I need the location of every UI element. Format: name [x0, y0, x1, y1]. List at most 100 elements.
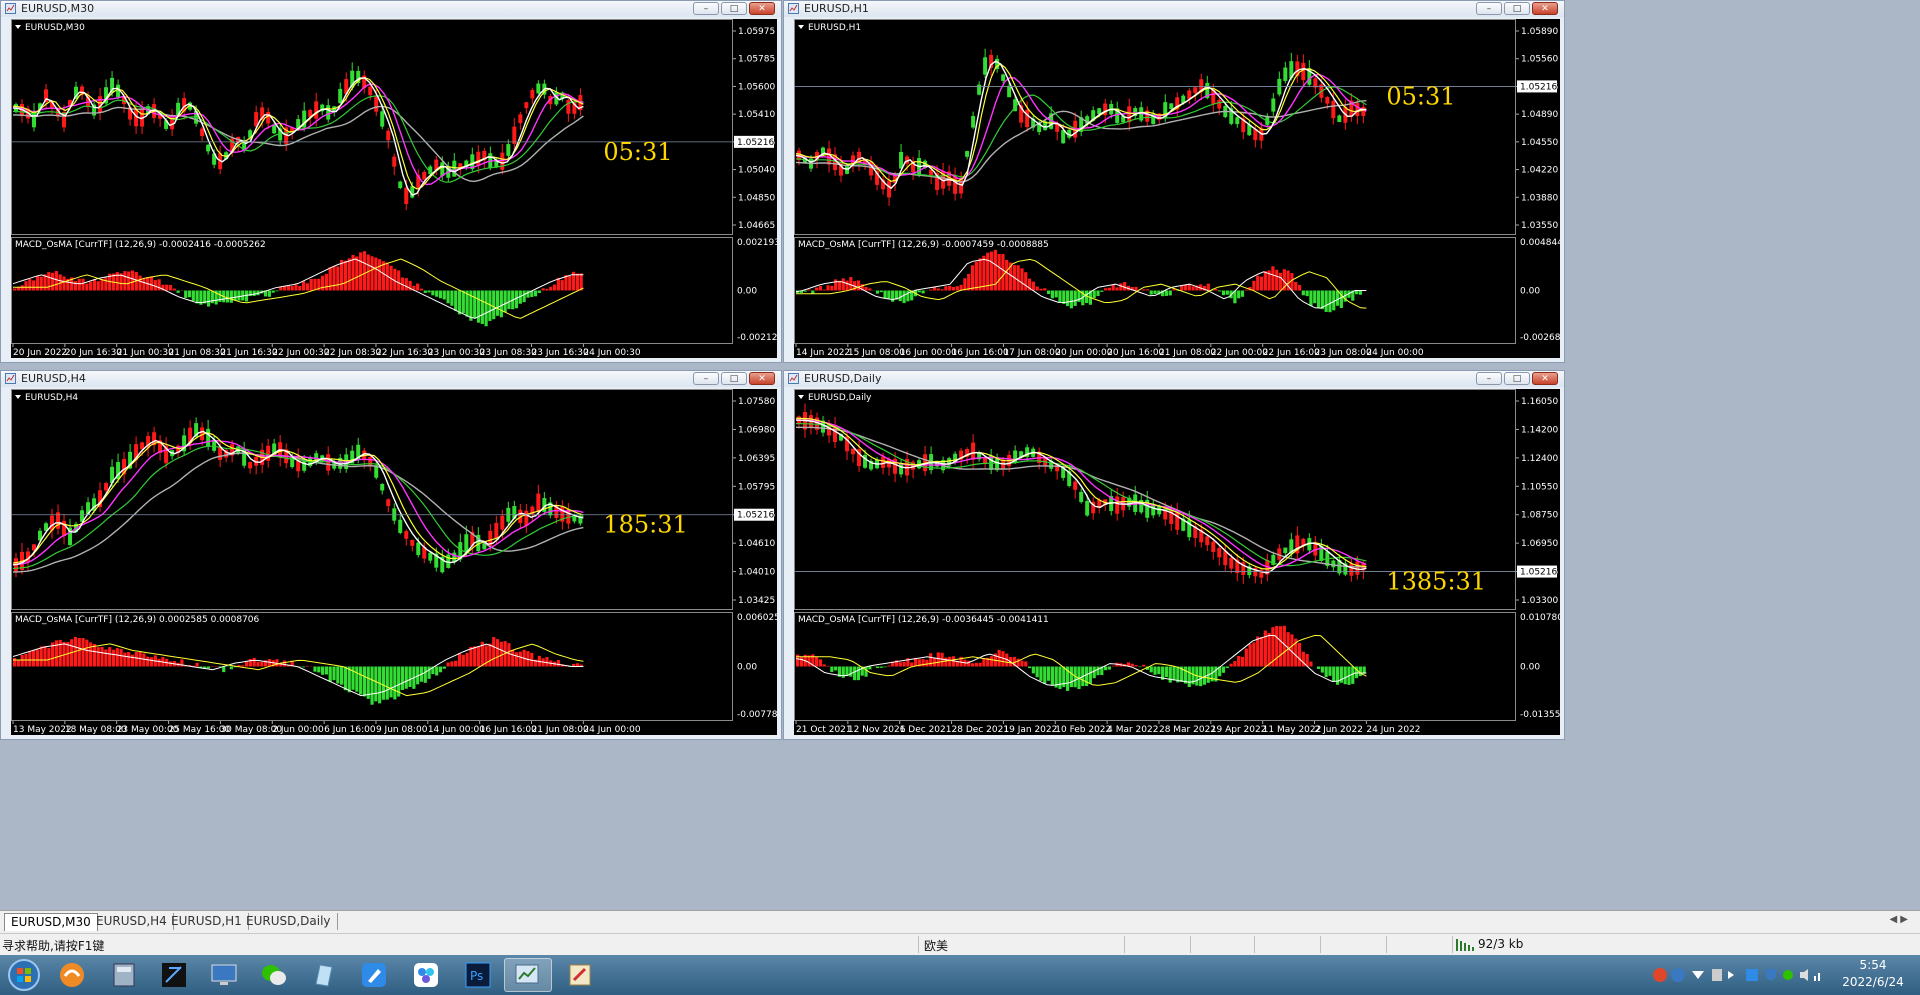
taskbar-calculator-app[interactable]: [100, 958, 148, 992]
chart-window-daily[interactable]: EURUSD,Daily – □ ✕ EURUSD,Daily 1.16050 1.…: [783, 370, 1565, 740]
tab-eurusd-daily[interactable]: EURUSD,Daily: [240, 913, 338, 930]
chart-tabs-bar: EURUSD,M30 EURUSD,H4 EURUSD,H1 EURUSD,Da…: [0, 910, 1920, 933]
taskbar-browser-app[interactable]: [48, 958, 96, 992]
macd-histogram-bar: [381, 666, 386, 700]
metatrader-icon: [515, 964, 539, 984]
tray-icons[interactable]: [1652, 967, 1822, 983]
macd-histogram-bar: [944, 286, 948, 291]
macd-histogram-bar: [153, 280, 157, 291]
chart-canvas[interactable]: EURUSD,H1 1.05890 1.05560 1.05216 1.04890 1.0…: [794, 19, 1560, 358]
macd-histogram-bar: [853, 666, 857, 681]
price-chart-svg[interactable]: EURUSD,Daily 1.16050 1.14200 1.12400 1.10550…: [794, 389, 1560, 735]
macd-histogram-bar: [419, 288, 424, 291]
macd-histogram-bar: [799, 656, 804, 667]
macd-histogram-bar: [1058, 290, 1062, 303]
start-button[interactable]: [0, 958, 48, 992]
tab-eurusd-h4[interactable]: EURUSD,H4: [90, 913, 174, 930]
macd-histogram-bar: [275, 290, 279, 292]
chart-canvas[interactable]: EURUSD,Daily 1.16050 1.14200 1.12400 1.10550…: [794, 389, 1560, 735]
candle-body: [338, 88, 343, 104]
windows-start-orb-icon: [8, 959, 40, 991]
tab-eurusd-m30[interactable]: EURUSD,M30: [4, 913, 98, 931]
close-button[interactable]: ✕: [1532, 2, 1558, 15]
maximize-button[interactable]: □: [1504, 2, 1530, 15]
close-button[interactable]: ✕: [749, 2, 775, 15]
chart-window-titlebar[interactable]: EURUSD,H4 – □ ✕: [1, 371, 781, 387]
macd-histogram-bar: [404, 278, 408, 291]
taskbar-metatrader-app[interactable]: [504, 958, 552, 992]
status-profile[interactable]: 欧美: [924, 937, 948, 954]
macd-histogram-bar: [1218, 290, 1222, 292]
time-axis-label: 20 Jun 16:00: [1107, 348, 1164, 358]
price-chart-svg[interactable]: EURUSD,H4 1.07580 1.06980 1.06395 1.05795 1.0…: [11, 389, 777, 735]
chart-canvas[interactable]: EURUSD,M30 1.05975 1.05785 1.05600 1.05410 1.…: [11, 19, 777, 358]
macd-histogram-bar: [822, 289, 826, 291]
maximize-button[interactable]: □: [721, 372, 747, 385]
taskbar-edit-app[interactable]: [350, 958, 398, 992]
macd-histogram-bar: [1358, 290, 1362, 295]
time-axis-label: 24 Jun 00:00: [583, 725, 640, 735]
chart-window-h1[interactable]: EURUSD,H1 – □ ✕ EURUSD,H1 1.05890 1.05560 1…: [783, 0, 1565, 363]
candle-body: [1331, 100, 1336, 119]
macd-histogram-bar: [476, 290, 481, 323]
macd-histogram-bar: [1244, 289, 1248, 291]
macd-histogram-bar: [104, 277, 108, 291]
macd-histogram-bar: [1035, 666, 1039, 678]
macd-axis-label: -0.002687: [1520, 333, 1560, 343]
taskbar-terminal-app[interactable]: [150, 958, 198, 992]
time-axis-label: 15 Jun 08:00: [848, 348, 905, 358]
price-chart-svg[interactable]: EURUSD,H1 1.05890 1.05560 1.05216 1.04890 1.0…: [794, 19, 1560, 358]
minimize-button[interactable]: –: [693, 2, 719, 15]
taskbar-photoshop-app[interactable]: Ps: [454, 958, 502, 992]
candle-body: [134, 109, 139, 127]
macd-histogram-bar: [157, 279, 161, 291]
taskbar-clock[interactable]: 5:54 2022/6/24: [1838, 957, 1908, 991]
macd-histogram-bar: [16, 659, 21, 667]
price-axis-label: 1.05600: [738, 82, 775, 92]
minimize-button[interactable]: –: [693, 372, 719, 385]
macd-histogram-bar: [1202, 666, 1207, 685]
taskbar-wechat-app[interactable]: [250, 958, 298, 992]
chart-window-h4[interactable]: EURUSD,H4 – □ ✕ EURUSD,H4 1.07580 1.06980 1…: [0, 370, 782, 740]
taskbar-notes-app[interactable]: [300, 958, 348, 992]
tab-scroll-arrows-icon[interactable]: ◀ ▶: [1889, 914, 1908, 925]
macd-histogram-bar: [96, 647, 100, 667]
minimize-button[interactable]: –: [1476, 2, 1502, 15]
svg-text:Ps: Ps: [470, 969, 483, 983]
close-button[interactable]: ✕: [1532, 372, 1558, 385]
chart-window-m30[interactable]: EURUSD,M30 – □ ✕ EURUSD,M30 1.05975 1.0578…: [0, 0, 782, 363]
taskbar-mindmap-app[interactable]: [402, 958, 450, 992]
macd-histogram-bar: [142, 653, 146, 667]
maximize-button[interactable]: □: [721, 2, 747, 15]
macd-histogram-bar: [85, 283, 89, 291]
macd-histogram-bar: [229, 290, 233, 303]
price-axis-label: 1.04610: [738, 539, 775, 549]
macd-histogram-bar: [1096, 666, 1100, 676]
macd-histogram-bar: [1024, 272, 1028, 291]
macd-histogram-bar: [1069, 666, 1073, 688]
maximize-button[interactable]: □: [1504, 372, 1530, 385]
chart-window-titlebar[interactable]: EURUSD,Daily – □ ✕: [784, 371, 1564, 387]
taskbar-tools-app[interactable]: [556, 958, 604, 992]
macd-histogram-bar: [545, 657, 549, 667]
macd-histogram-bar: [537, 290, 541, 293]
chart-window-titlebar[interactable]: EURUSD,H1 – □ ✕: [784, 1, 1564, 17]
chart-canvas[interactable]: EURUSD,H4 1.07580 1.06980 1.06395 1.05795 1.0…: [11, 389, 777, 735]
tab-eurusd-h1[interactable]: EURUSD,H1: [165, 913, 249, 930]
macd-histogram-bar: [1324, 290, 1328, 312]
time-axis-label: 19 Apr 2022: [1211, 725, 1267, 735]
taskbar-monitor-app[interactable]: [200, 958, 248, 992]
macd-histogram-bar: [476, 646, 481, 667]
close-button[interactable]: ✕: [749, 372, 775, 385]
macd-histogram-bar: [1107, 666, 1112, 670]
chart-window-titlebar[interactable]: EURUSD,M30 – □ ✕: [1, 1, 781, 17]
minimize-button[interactable]: –: [1476, 372, 1502, 385]
candle-body: [1331, 560, 1336, 568]
terminal-icon: [162, 963, 186, 987]
taskbar: Ps 5:54 2022/6/24: [0, 955, 1920, 995]
macd-histogram-bar: [362, 251, 367, 291]
macd-histogram-bar: [1164, 290, 1169, 296]
macd-histogram-bar: [507, 290, 511, 310]
candle-body: [500, 152, 505, 170]
price-chart-svg[interactable]: EURUSD,M30 1.05975 1.05785 1.05600 1.05410 1.…: [11, 19, 777, 358]
